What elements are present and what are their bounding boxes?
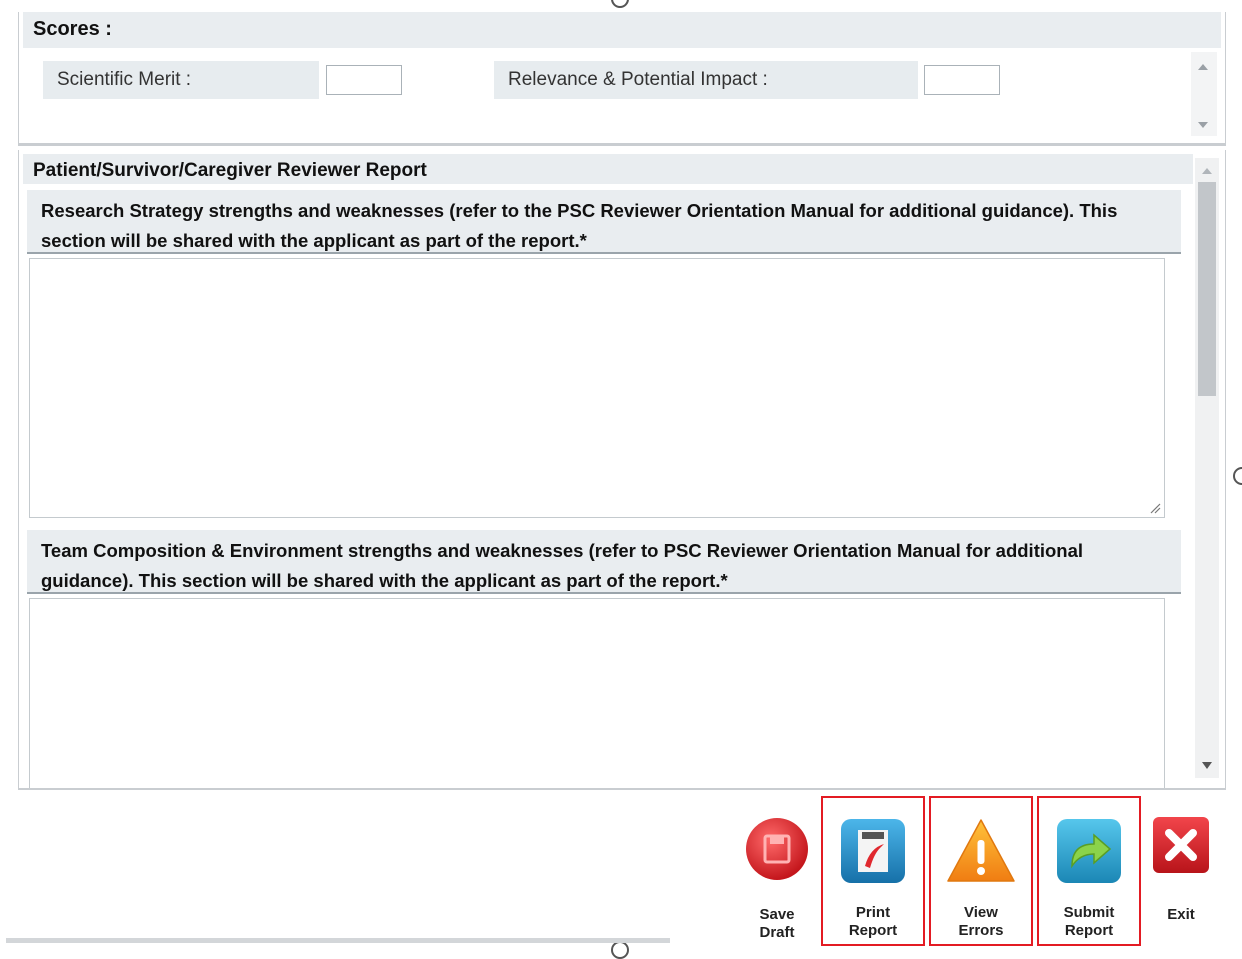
report-header: Patient/Survivor/Caregiver Reviewer Repo… xyxy=(23,154,1193,184)
submit-report-label: Submit Report xyxy=(1063,904,1115,939)
scroll-up-icon[interactable] xyxy=(1202,168,1212,174)
submit-report-button[interactable]: Submit Report xyxy=(1037,796,1141,946)
close-icon xyxy=(1153,817,1209,873)
research-strategy-header: Research Strategy strengths and weakness… xyxy=(27,190,1181,254)
team-composition-header: Team Composition & Environment strengths… xyxy=(27,530,1181,594)
scores-panel: Scores : Scientific Merit : Relevance & … xyxy=(18,12,1226,146)
save-draft-label: Save Draft xyxy=(759,906,795,941)
print-report-button[interactable]: Print Report xyxy=(821,796,925,946)
scores-header: Scores : xyxy=(23,12,1221,48)
scientific-merit-label: Scientific Merit : xyxy=(43,61,319,99)
scroll-down-icon[interactable] xyxy=(1202,762,1212,769)
scores-scrollbar[interactable] xyxy=(1191,52,1217,136)
scroll-up-icon[interactable] xyxy=(1198,64,1208,70)
exit-button[interactable]: Exit xyxy=(1143,796,1219,946)
submit-arrow-icon xyxy=(1057,819,1121,883)
scientific-merit-input[interactable] xyxy=(326,65,402,95)
save-draft-button[interactable]: Save Draft xyxy=(727,796,827,946)
relevance-impact-label: Relevance & Potential Impact : xyxy=(494,61,918,99)
research-strategy-textarea[interactable] xyxy=(29,258,1165,518)
right-resize-handle[interactable] xyxy=(1233,467,1242,485)
save-icon xyxy=(746,818,808,880)
reviewer-report-panel: Patient/Survivor/Caregiver Reviewer Repo… xyxy=(18,150,1226,790)
report-title: Patient/Survivor/Caregiver Reviewer Repo… xyxy=(33,160,427,181)
print-report-label: Print Report xyxy=(848,904,898,939)
view-errors-label: View Errors xyxy=(958,904,1004,939)
view-errors-button[interactable]: View Errors xyxy=(929,796,1033,946)
top-resize-handle[interactable] xyxy=(611,0,629,8)
scroll-down-icon[interactable] xyxy=(1198,122,1208,128)
relevance-impact-input[interactable] xyxy=(924,65,1000,95)
exit-label: Exit xyxy=(1167,906,1195,923)
scrollbar-thumb[interactable] xyxy=(1198,182,1216,396)
pdf-icon xyxy=(841,819,905,883)
bottom-resize-handle[interactable] xyxy=(611,941,629,959)
scores-title: Scores : xyxy=(33,18,112,40)
warning-icon xyxy=(947,819,1015,882)
bottom-divider xyxy=(6,938,670,943)
team-composition-textarea[interactable] xyxy=(29,598,1165,788)
resize-grip-icon[interactable] xyxy=(1149,502,1161,514)
report-scrollbar[interactable] xyxy=(1195,158,1219,778)
